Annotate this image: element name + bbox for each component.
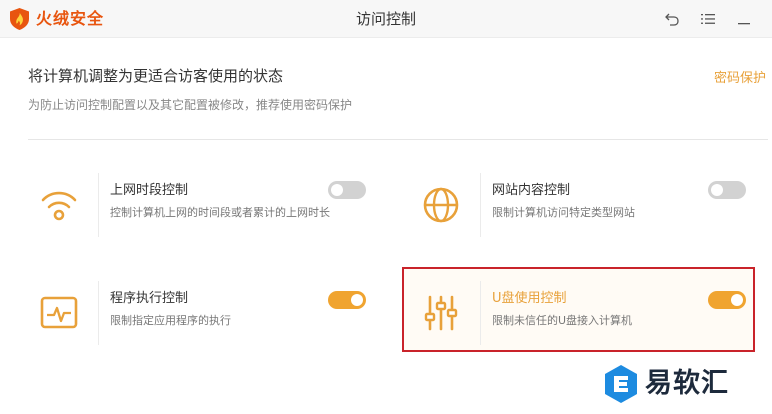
card-program-execution: 程序执行控制 限制指定应用程序的执行 [28, 273, 378, 353]
card-description: 限制计算机访问特定类型网站 [492, 206, 635, 219]
app-logo: 火绒安全 [10, 8, 104, 30]
wifi-icon [28, 165, 90, 245]
program-execution-toggle[interactable] [328, 291, 366, 309]
page-heading: 将计算机调整为更适合访客使用的状态 [28, 67, 284, 85]
card-separator [98, 281, 99, 345]
menu-button[interactable] [699, 10, 717, 28]
globe-icon [410, 165, 472, 245]
minimize-button[interactable] [735, 10, 753, 28]
watermark-logo-icon [605, 365, 637, 403]
card-website-content: 网站内容控制 限制计算机访问特定类型网站 [410, 165, 760, 245]
list-menu-icon [701, 14, 715, 24]
card-title: 上网时段控制 [110, 183, 189, 198]
card-separator [480, 173, 481, 237]
window-title: 访问控制 [355, 10, 416, 28]
card-title: 网站内容控制 [492, 183, 571, 198]
minimize-icon [738, 23, 750, 25]
undo-arrow-icon [665, 13, 679, 26]
card-title: U盘使用控制 [492, 291, 567, 306]
app-name: 火绒安全 [36, 9, 105, 28]
divider [28, 139, 768, 140]
password-protect-link[interactable]: 密码保护 [714, 67, 766, 86]
shield-logo-icon [10, 8, 29, 30]
card-title: 程序执行控制 [110, 291, 189, 306]
internet-time-toggle[interactable] [328, 181, 366, 199]
card-description: 限制未信任的U盘接入计算机 [492, 314, 633, 327]
title-bar: 火绒安全 访问控制 [0, 0, 772, 38]
card-usb-control: U盘使用控制 限制未信任的U盘接入计算机 [410, 273, 760, 353]
monitor-pulse-icon [28, 273, 90, 353]
usb-control-toggle[interactable] [708, 291, 746, 309]
card-description: 限制指定应用程序的执行 [110, 314, 231, 327]
page-subheading: 为防止访问控制配置以及其它配置被修改，推荐使用密码保护 [28, 98, 353, 112]
watermark-text: 易软汇 [645, 368, 729, 399]
back-button[interactable] [663, 10, 681, 28]
sliders-icon [410, 273, 472, 353]
watermark: 易软汇 [603, 364, 729, 404]
card-separator [480, 281, 481, 345]
card-internet-time: 上网时段控制 控制计算机上网的时间段或者累计的上网时长 [28, 165, 378, 245]
website-content-toggle[interactable] [708, 181, 746, 199]
card-description: 控制计算机上网的时间段或者累计的上网时长 [110, 206, 330, 219]
card-separator [98, 173, 99, 237]
